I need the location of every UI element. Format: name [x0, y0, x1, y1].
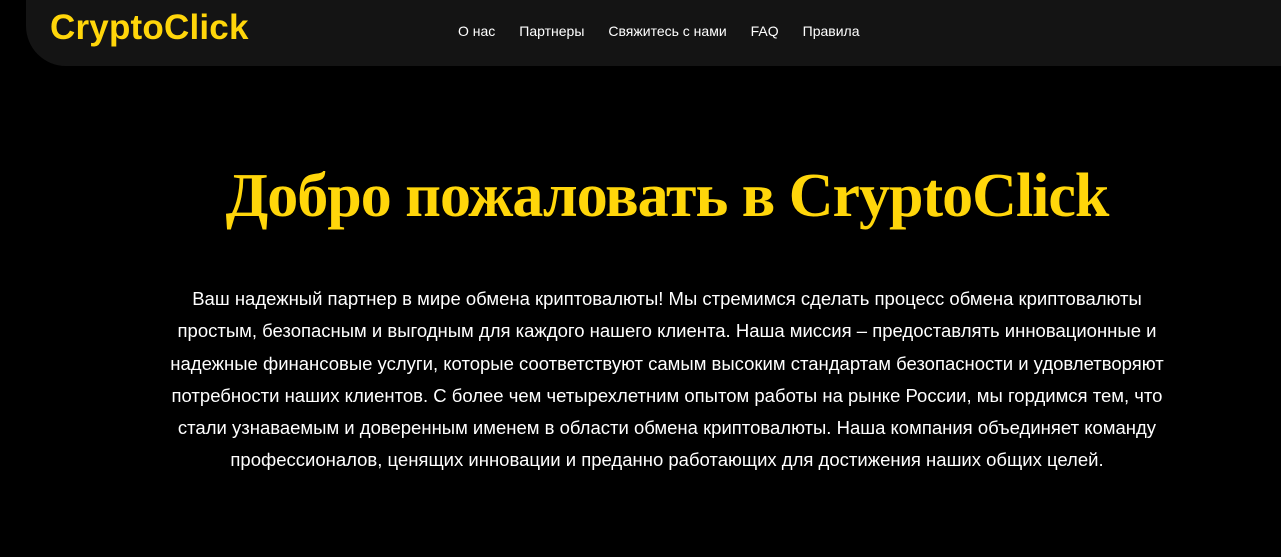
nav-item-about: О нас	[458, 21, 495, 41]
nav-item-rules: Правила	[803, 21, 860, 41]
nav-link-about[interactable]: О нас	[458, 23, 495, 39]
nav-link-partners[interactable]: Партнеры	[519, 23, 584, 39]
hero-title: Добро пожаловать в CryptoClick	[225, 162, 1110, 230]
nav-links: О нас Партнеры Свяжитесь с нами FAQ Прав…	[458, 21, 860, 41]
nav-item-faq: FAQ	[751, 21, 779, 41]
hero-description: Ваш надежный партнер в мире обмена крипт…	[170, 288, 1164, 471]
nav-link-faq[interactable]: FAQ	[751, 23, 779, 39]
nav-link-contact[interactable]: Свяжитесь с нами	[608, 23, 726, 39]
logo[interactable]: CryptoClick	[50, 6, 249, 50]
nav-link-rules[interactable]: Правила	[803, 23, 860, 39]
nav-item-contact: Свяжитесь с нами	[608, 21, 726, 41]
nav-item-partners: Партнеры	[519, 21, 584, 41]
